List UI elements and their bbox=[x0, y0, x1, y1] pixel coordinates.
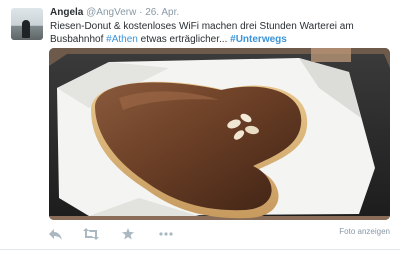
favorite-button[interactable] bbox=[122, 226, 134, 242]
retweet-icon bbox=[83, 228, 99, 240]
donut-photo bbox=[49, 48, 390, 220]
retweet-button[interactable] bbox=[83, 226, 99, 242]
tweet: Angela @AngVerw · 26. Apr. Riesen-Donut … bbox=[0, 0, 400, 255]
author-handle[interactable]: @AngVerw bbox=[86, 7, 136, 18]
hashtag-athen[interactable]: #Athen bbox=[106, 34, 138, 45]
tweet-text: Riesen-Donut & kostenloses WiFi machen d… bbox=[50, 20, 380, 46]
tweet-photo[interactable] bbox=[49, 48, 390, 220]
tweet-text-part2: etwas erträglicher... bbox=[137, 34, 231, 45]
tweet-date[interactable]: 26. Apr. bbox=[145, 7, 179, 18]
avatar-figure bbox=[22, 20, 30, 38]
view-photo-link[interactable]: Foto anzeigen bbox=[339, 227, 390, 236]
divider bbox=[0, 249, 400, 250]
star-icon bbox=[122, 228, 134, 240]
tweet-header: Angela @AngVerw · 26. Apr. bbox=[50, 7, 179, 19]
avatar[interactable] bbox=[11, 8, 43, 40]
author-name[interactable]: Angela bbox=[50, 7, 83, 18]
meta-separator: · bbox=[139, 7, 143, 18]
more-button[interactable] bbox=[159, 226, 173, 242]
reply-icon bbox=[49, 228, 62, 240]
reply-button[interactable] bbox=[49, 226, 62, 242]
hashtag-unterwegs[interactable]: #Unterwegs bbox=[230, 34, 287, 45]
more-icon bbox=[159, 232, 173, 236]
